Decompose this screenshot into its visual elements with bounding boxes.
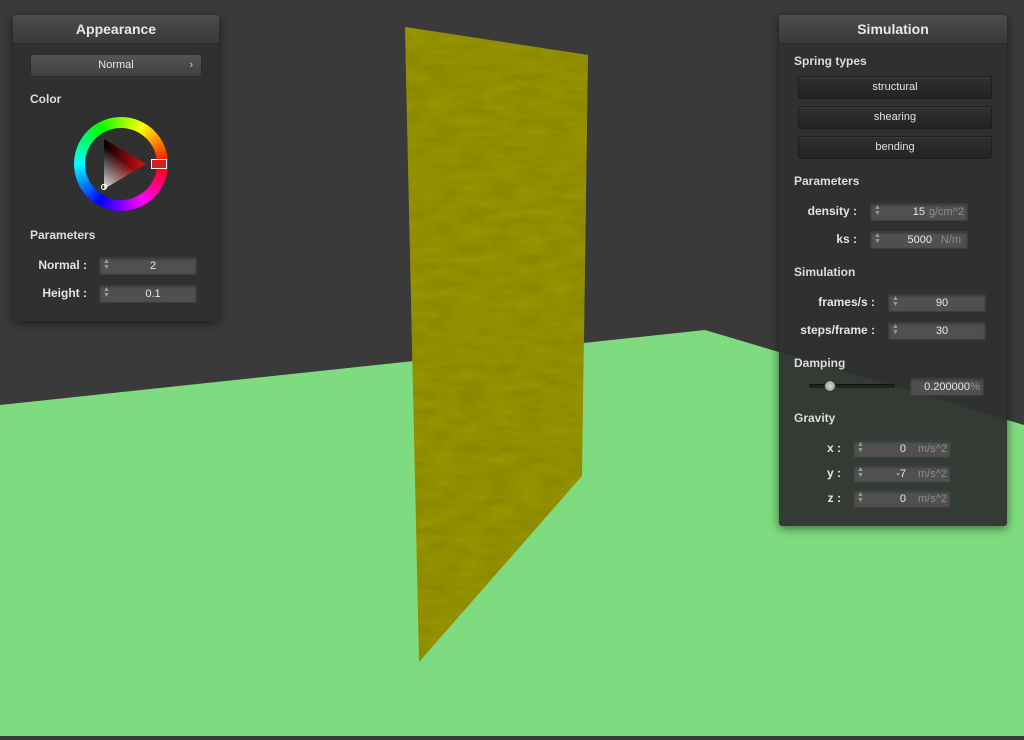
normal-label: Normal : [38, 258, 87, 272]
gravity-z-value: 0 [899, 493, 906, 505]
spinner-icon[interactable]: ▲ ▼ [874, 204, 881, 219]
damping-slider-track [809, 384, 895, 388]
damping-unit: % [970, 381, 980, 393]
gravity-z-unit: m/s^2 [918, 493, 947, 505]
spinner-icon[interactable]: ▲ ▼ [892, 295, 899, 310]
gravity-y-input[interactable]: ▲ ▼ -7 m/s^2 [853, 465, 951, 483]
ks-value: 5000 [907, 234, 932, 246]
height-input[interactable]: ▲ ▼ 0.1 [99, 285, 197, 303]
gravity-x-input[interactable]: ▲ ▼ 0 m/s^2 [853, 440, 951, 458]
steps-input[interactable]: ▲ ▼ 30 [888, 322, 986, 340]
spring-types-label: Spring types [794, 54, 867, 68]
gravity-section-label: Gravity [794, 411, 836, 425]
height-label: Height : [42, 286, 87, 300]
color-wheel[interactable] [74, 117, 168, 211]
damping-value: 0.200000 [924, 381, 970, 393]
fps-label: frames/s : [818, 295, 875, 309]
spinner-icon[interactable]: ▲ ▼ [103, 286, 110, 301]
spinner-icon[interactable]: ▲ ▼ [874, 232, 881, 247]
appearance-panel: Appearance Normal › Color Parameters Nor… [13, 15, 219, 321]
hue-selector-handle[interactable] [151, 159, 167, 169]
appearance-parameters-label: Parameters [30, 228, 96, 242]
density-unit: g/cm^2 [928, 206, 964, 218]
spinner-icon[interactable]: ▲ ▼ [103, 258, 110, 273]
shearing-button[interactable]: shearing [798, 106, 992, 129]
damping-slider[interactable] [809, 379, 895, 393]
gravity-z-input[interactable]: ▲ ▼ 0 m/s^2 [853, 490, 951, 508]
floor-bottom-edge [0, 736, 1024, 740]
damping-section-label: Damping [794, 356, 846, 370]
simulation-panel: Simulation Spring types structural shear… [779, 15, 1007, 526]
sim-parameters-label: Parameters [794, 174, 860, 188]
ks-unit: N/m [940, 234, 961, 246]
steps-label: steps/frame : [800, 323, 875, 337]
fps-input[interactable]: ▲ ▼ 90 [888, 294, 986, 312]
density-value: 15 [912, 206, 925, 218]
shader-dropdown[interactable]: Normal › [30, 54, 202, 77]
bending-button[interactable]: bending [798, 136, 992, 159]
gravity-x-unit: m/s^2 [918, 443, 947, 455]
structural-button[interactable]: structural [798, 76, 992, 99]
density-label: density : [807, 204, 857, 218]
color-section-label: Color [30, 92, 62, 106]
gravity-y-label: y : [826, 466, 841, 480]
spinner-icon[interactable]: ▲ ▼ [857, 441, 864, 456]
spinner-icon[interactable]: ▲ ▼ [857, 466, 864, 481]
height-value: 0.1 [145, 288, 161, 300]
gravity-z-label: z : [827, 491, 841, 505]
gravity-x-value: 0 [899, 443, 906, 455]
simulation-title: Simulation [779, 15, 1007, 44]
fps-value: 90 [935, 297, 949, 309]
normal-input[interactable]: ▲ ▼ 2 [99, 257, 197, 275]
gravity-y-value: -7 [896, 468, 906, 480]
ks-input[interactable]: ▲ ▼ 5000 N/m [870, 231, 968, 249]
damping-slider-knob[interactable] [824, 380, 836, 392]
normal-value: 2 [149, 260, 157, 272]
gravity-x-label: x : [826, 441, 841, 455]
shader-dropdown-value: Normal [98, 59, 134, 71]
spinner-icon[interactable]: ▲ ▼ [857, 491, 864, 506]
density-input[interactable]: ▲ ▼ 15 g/cm^2 [870, 203, 968, 221]
appearance-title: Appearance [13, 15, 219, 44]
ks-label: ks : [836, 232, 857, 246]
steps-value: 30 [935, 325, 949, 337]
spinner-icon[interactable]: ▲ ▼ [892, 323, 899, 338]
simulation-section-label: Simulation [794, 265, 856, 279]
gravity-y-unit: m/s^2 [918, 468, 947, 480]
chevron-right-icon: › [189, 59, 193, 71]
damping-input[interactable]: 0.200000 % [910, 378, 984, 396]
